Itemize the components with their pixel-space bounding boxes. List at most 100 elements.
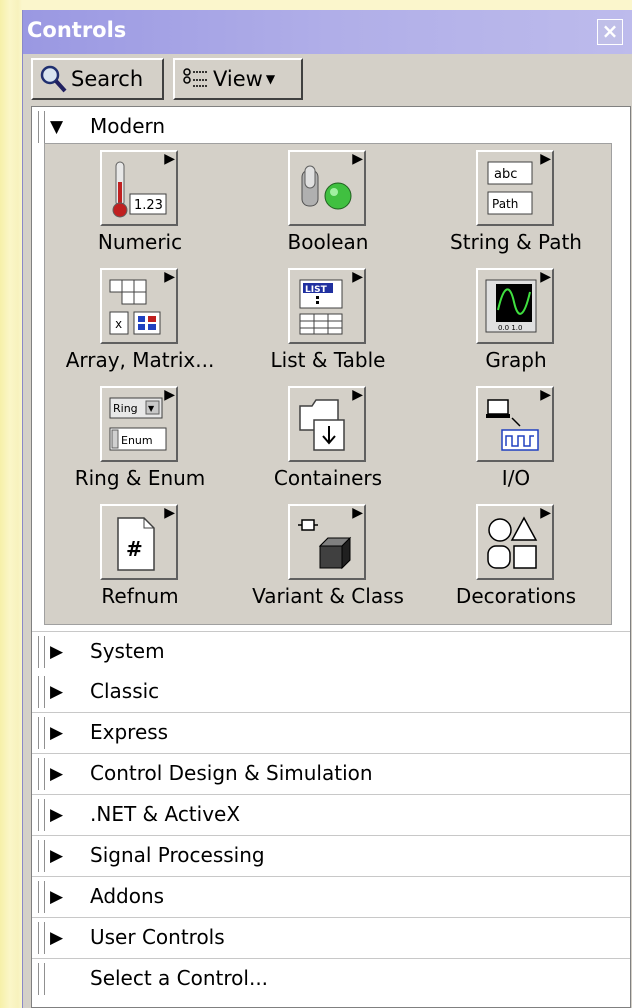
category-label: .NET & ActiveX (90, 802, 241, 826)
palette-item-numeric[interactable]: ▶ 1.23 Numeric (45, 144, 235, 262)
category-modern[interactable]: ▼ Modern (32, 107, 630, 147)
grip-handle[interactable] (38, 922, 45, 954)
palette-item-io[interactable]: ▶ I/O (421, 380, 611, 498)
decorations-icon: ▶ (476, 504, 554, 580)
palette-tree: ▼ Modern ▶ 1.23 Numeric ▶ Boolean ▶ abc … (31, 106, 631, 1008)
triangle-right-icon: ▶ (50, 682, 64, 702)
item-label: Graph (485, 348, 547, 372)
view-button[interactable]: View ▼ (173, 58, 303, 100)
ring-enum-icon: ▶ Ring ▼ Enum (100, 386, 178, 462)
array-matrix-icon: ▶ x (100, 268, 178, 344)
grip-handle[interactable] (38, 799, 45, 831)
enum-text: Enum (121, 434, 153, 447)
palette-item-array-matrix[interactable]: ▶ x Array, Matrix... (45, 262, 235, 380)
palette-item-containers[interactable]: ▶ Containers (233, 380, 423, 498)
close-button[interactable]: × (597, 19, 623, 45)
category-label: Addons (90, 884, 165, 908)
category-system[interactable]: ▶ System (32, 631, 630, 673)
grip-handle[interactable] (38, 840, 45, 872)
palette-item-boolean[interactable]: ▶ Boolean (233, 144, 423, 262)
triangle-right-icon: ▶ (50, 805, 64, 825)
category-label: Classic (90, 679, 160, 703)
item-label: I/O (501, 466, 531, 490)
svg-text:▼: ▼ (148, 404, 155, 413)
grip-handle[interactable] (38, 963, 45, 995)
category-label: Modern (90, 114, 166, 138)
triangle-right-icon: ▶ (50, 887, 64, 907)
category-control-design-simulation[interactable]: ▶ Control Design & Simulation (32, 754, 630, 795)
palette-item-decorations[interactable]: ▶ Decorations (421, 498, 611, 616)
search-icon (40, 65, 67, 93)
close-icon: × (601, 19, 619, 43)
containers-icon: ▶ (288, 386, 366, 462)
category-signal-processing[interactable]: ▶ Signal Processing (32, 836, 630, 877)
category-addons[interactable]: ▶ Addons (32, 877, 630, 918)
io-icon: ▶ (476, 386, 554, 462)
graph-ticks-text: 0.0 1.0 (498, 324, 523, 332)
list-table-icon: ▶ LIST (288, 268, 366, 344)
thermometer-icon: 1.23 (112, 161, 167, 218)
category-user-controls[interactable]: ▶ User Controls (32, 918, 630, 959)
item-label: Containers (273, 466, 383, 490)
string-path-icon: ▶ abc Path (476, 150, 554, 226)
search-label: Search (71, 67, 144, 91)
category-label: Signal Processing (90, 843, 265, 867)
item-label: Decorations (455, 584, 577, 608)
palette-item-ring-enum[interactable]: ▶ Ring ▼ Enum Ring & Enum (45, 380, 235, 498)
item-label: Ring & Enum (74, 466, 206, 490)
category-label: Control Design & Simulation (90, 761, 373, 785)
grip-handle[interactable] (38, 676, 45, 708)
search-button[interactable]: Search (31, 58, 164, 100)
modern-subpalette: ▶ 1.23 Numeric ▶ Boolean ▶ abc Path Stri… (44, 143, 612, 625)
triangle-right-icon: ▶ (50, 846, 64, 866)
item-label: Variant & Class (252, 584, 404, 608)
triangle-right-icon: ▶ (50, 642, 64, 662)
item-label: Numeric (97, 230, 183, 254)
item-label: Refnum (101, 584, 179, 608)
category-label: Express (90, 720, 169, 744)
category-label: User Controls (90, 925, 225, 949)
category-dotnet-activex[interactable]: ▶ .NET & ActiveX (32, 795, 630, 836)
grip-handle[interactable] (38, 758, 45, 790)
palette-item-graph[interactable]: ▶ 0.0 1.0 Graph (421, 262, 611, 380)
window-title: Controls (27, 18, 127, 42)
refnum-icon: ▶ # (100, 504, 178, 580)
triangle-right-icon: ▶ (50, 723, 64, 743)
grip-handle[interactable] (38, 636, 45, 668)
numeric-value-text: 1.23 (134, 198, 163, 213)
view-label: View (213, 67, 263, 91)
title-bar[interactable]: Controls × (23, 10, 632, 54)
palette-item-string-path[interactable]: ▶ abc Path String & Path (421, 144, 611, 262)
triangle-right-icon: ▶ (50, 764, 64, 784)
variant-class-icon: ▶ (288, 504, 366, 580)
numeric-icon: ▶ 1.23 (100, 150, 178, 226)
category-label: Select a Control... (90, 966, 269, 990)
grip-handle[interactable] (38, 111, 45, 143)
svg-text:#: # (126, 537, 143, 561)
toggle-switch-icon (301, 165, 352, 210)
ring-text: Ring (113, 402, 138, 415)
grip-handle[interactable] (38, 881, 45, 913)
dropdown-arrow-icon: ▼ (265, 72, 276, 86)
palette-item-variant-class[interactable]: ▶ Variant & Class (233, 498, 423, 616)
toolbar: Search View ▼ (31, 58, 631, 102)
category-classic[interactable]: ▶ Classic (32, 672, 630, 713)
item-label: List & Table (270, 348, 386, 372)
grip-handle[interactable] (38, 717, 45, 749)
graph-icon: ▶ 0.0 1.0 (476, 268, 554, 344)
item-label: Array, Matrix... (65, 348, 215, 372)
string-path-text: Path (492, 197, 518, 211)
palette-item-refnum[interactable]: ▶ # Refnum (45, 498, 235, 616)
list-text: LIST (305, 285, 328, 295)
boolean-icon: ▶ (288, 150, 366, 226)
triangle-down-icon: ▼ (50, 117, 64, 137)
triangle-right-icon: ▶ (50, 928, 64, 948)
select-a-control-item[interactable]: Select a Control... (32, 959, 630, 999)
palette-item-list-table[interactable]: ▶ LIST List & Table (233, 262, 423, 380)
category-express[interactable]: ▶ Express (32, 713, 630, 754)
svg-text:x: x (115, 317, 122, 331)
controls-palette-window: Controls × Search View ▼ ▼ Modern ▶ 1.23… (22, 10, 632, 1008)
item-label: String & Path (450, 230, 582, 254)
string-abc-text: abc (494, 167, 517, 182)
item-label: Boolean (287, 230, 369, 254)
